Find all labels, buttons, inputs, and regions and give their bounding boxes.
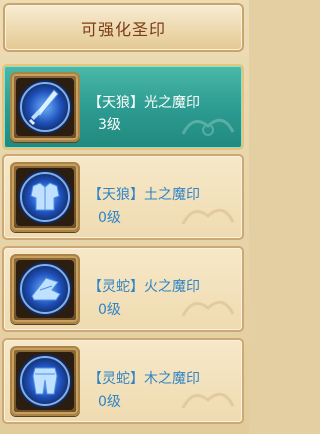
seal-item[interactable]: 【天狼】土之魔印 0级 [2, 154, 244, 240]
boots-icon [18, 262, 72, 316]
header-title: 可强化圣印 [80, 19, 166, 39]
seal-item[interactable]: 【天狼】光之魔印 3级 [2, 64, 244, 150]
seal-panel: 可强化圣印 【天狼】光之魔印 3级 【天狼】土之魔印 0级 【灵蛇】火之魔印 0… [0, 0, 249, 434]
armor-icon [18, 170, 72, 224]
panel-header: 可强化圣印 [3, 3, 244, 52]
seal-item[interactable]: 【灵蛇】火之魔印 0级 [2, 246, 244, 332]
seal-icon-frame [10, 72, 80, 142]
seal-item[interactable]: 【灵蛇】木之魔印 0级 [2, 338, 244, 424]
seal-level: 0级 [98, 302, 121, 318]
seal-icon-frame [10, 346, 80, 416]
seal-icon-frame [10, 162, 80, 232]
leggings-icon [18, 354, 72, 408]
seal-level: 3级 [98, 117, 121, 133]
sword-icon [18, 80, 72, 134]
seal-name: 【灵蛇】木之魔印 [88, 371, 200, 387]
seal-name: 【天狼】土之魔印 [88, 187, 200, 203]
seal-icon-frame [10, 254, 80, 324]
seal-level: 0级 [98, 210, 121, 226]
seal-name: 【天狼】光之魔印 [88, 95, 200, 111]
seal-level: 0级 [98, 394, 121, 410]
seal-name: 【灵蛇】火之魔印 [88, 279, 200, 295]
